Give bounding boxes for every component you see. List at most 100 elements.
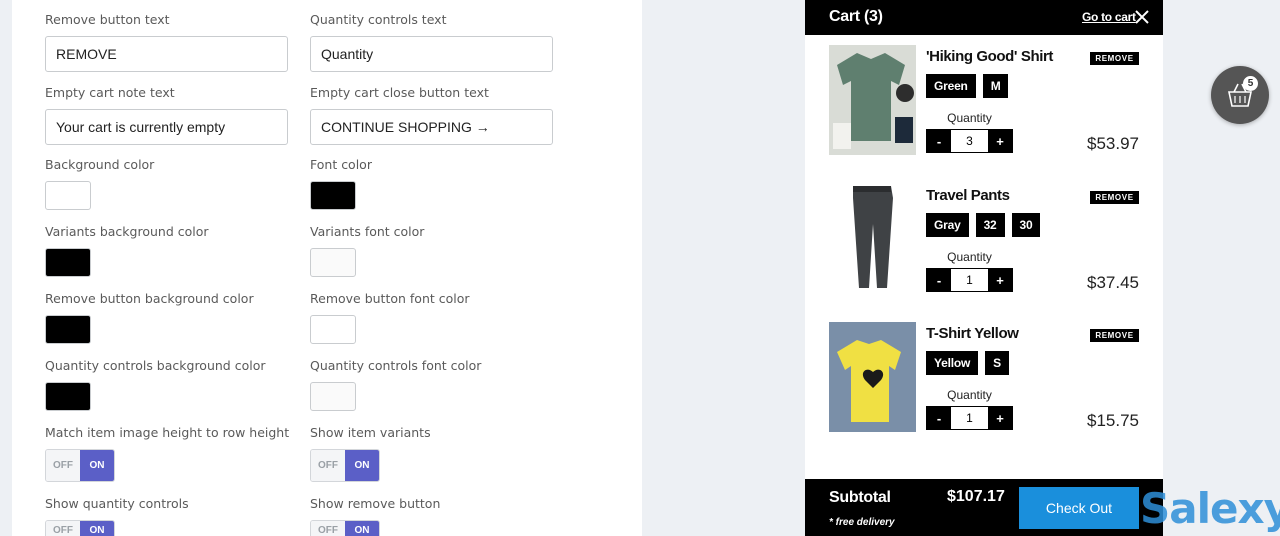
watermark-logo: Salexy [1140,484,1280,533]
quantity-stepper: - 3 + [926,129,1013,153]
background-color-swatch[interactable] [45,181,91,210]
field-label: Remove button font color [310,291,470,306]
toggle-off-label[interactable]: OFF [311,521,345,536]
subtotal-value: $107.17 [947,488,1005,505]
field-label: Font color [310,157,372,172]
cart-item: Travel Pants REMOVE Gray 32 30 Quantity … [805,184,1163,304]
increase-button[interactable]: + [988,130,1012,152]
field-label: Remove button background color [45,291,254,306]
field-show-remove-button: Show remove button OFF ON [310,496,553,536]
field-label: Show quantity controls [45,496,189,511]
subtotal-label: Subtotal [829,489,891,506]
field-remove-button-text: Remove button text REMOVE [45,12,288,72]
field-label: Background color [45,157,155,172]
increase-button[interactable]: + [988,407,1012,429]
toggle-on-label[interactable]: ON [80,521,114,536]
item-name[interactable]: 'Hiking Good' Shirt [926,48,1053,65]
cart-count-badge: 5 [1243,76,1258,91]
item-name[interactable]: T-Shirt Yellow [926,325,1019,342]
field-label: Remove button text [45,12,170,27]
field-label: Quantity controls text [310,12,447,27]
close-icon[interactable] [1134,9,1150,25]
remove-button-font-color-swatch[interactable] [310,315,356,344]
field-label: Empty cart close button text [310,85,489,100]
variant-badge: 30 [1011,213,1041,237]
quantity-input[interactable]: 1 [951,269,988,291]
cart-item: T-Shirt Yellow REMOVE Yellow S Quantity … [805,322,1163,442]
quantity-label: Quantity [947,111,992,125]
field-label: Variants background color [45,224,209,239]
decrease-button[interactable]: - [927,130,951,152]
variant-badge: 32 [975,213,1005,237]
decrease-button[interactable]: - [927,407,951,429]
field-quantity-controls-font-color: Quantity controls font color [310,358,553,411]
cart-title: Cart (3) [829,8,883,25]
field-label: Show remove button [310,496,441,511]
field-quantity-controls-background-color: Quantity controls background color [45,358,288,411]
quantity-controls-background-color-swatch[interactable] [45,382,91,411]
empty-cart-close-input[interactable]: CONTINUE SHOPPING → [310,109,553,145]
field-background-color: Background color [45,157,288,210]
field-match-image-height: Match item image height to row height OF… [45,425,289,482]
toggle-on-label[interactable]: ON [80,450,114,481]
cart-bubble[interactable]: 5 [1211,66,1269,124]
quantity-input[interactable]: 1 [951,407,988,429]
font-color-swatch[interactable] [310,181,356,210]
toggle-off-label[interactable]: OFF [46,521,80,536]
item-variants: Green M [926,74,1009,98]
quantity-controls-font-color-swatch[interactable] [310,382,356,411]
variant-badge: Gray [926,213,969,237]
item-price: $53.97 [1087,134,1139,153]
remove-button-text-input[interactable]: REMOVE [45,36,288,72]
show-quantity-controls-toggle[interactable]: OFF ON [45,520,115,536]
field-label: Variants font color [310,224,425,239]
toggle-on-label[interactable]: ON [345,450,379,481]
quantity-stepper: - 1 + [926,268,1013,292]
empty-cart-note-input[interactable]: Your cart is currently empty [45,109,288,145]
quantity-label: Quantity [947,388,992,402]
variants-font-color-swatch[interactable] [310,248,356,277]
field-label: Empty cart note text [45,85,175,100]
field-empty-cart-note: Empty cart note text Your cart is curren… [45,85,288,145]
field-empty-cart-close-text: Empty cart close button text CONTINUE SH… [310,85,553,145]
settings-panel: Remove button text REMOVE Quantity contr… [12,0,642,536]
checkout-button[interactable]: Check Out [1019,487,1139,529]
field-label: Show item variants [310,425,431,440]
variant-badge: Green [926,74,976,98]
field-variants-background-color: Variants background color [45,224,288,277]
decrease-button[interactable]: - [927,269,951,291]
variant-badge: M [982,74,1009,98]
toggle-on-label[interactable]: ON [345,521,379,536]
field-show-item-variants: Show item variants OFF ON [310,425,553,482]
variant-badge: S [985,351,1009,375]
item-name[interactable]: Travel Pants [926,187,1010,204]
shirt-image [829,45,916,155]
remove-button[interactable]: REMOVE [1090,191,1139,204]
show-item-variants-toggle[interactable]: OFF ON [310,449,380,482]
pants-image [829,184,916,294]
item-variants: Gray 32 30 [926,213,1041,237]
item-price: $15.75 [1087,411,1139,430]
remove-button[interactable]: REMOVE [1090,329,1139,342]
cart-header: Cart (3) Go to cart [805,0,1163,35]
match-image-height-toggle[interactable]: OFF ON [45,449,115,482]
toggle-off-label[interactable]: OFF [311,450,345,481]
field-font-color: Font color [310,157,553,210]
quantity-controls-text-input[interactable]: Quantity [310,36,553,72]
tshirt-image [829,322,916,432]
field-variants-font-color: Variants font color [310,224,553,277]
field-remove-button-background-color: Remove button background color [45,291,288,344]
show-remove-button-toggle[interactable]: OFF ON [310,520,380,536]
go-to-cart-link[interactable]: Go to cart [1082,10,1136,24]
remove-button[interactable]: REMOVE [1090,52,1139,65]
quantity-input[interactable]: 3 [951,130,988,152]
quantity-label: Quantity [947,250,992,264]
toggle-off-label[interactable]: OFF [46,450,80,481]
field-label: Quantity controls background color [45,358,266,373]
remove-button-background-color-swatch[interactable] [45,315,91,344]
increase-button[interactable]: + [988,269,1012,291]
variants-background-color-swatch[interactable] [45,248,91,277]
basket-icon [1228,83,1252,107]
free-delivery-note: * free delivery [829,517,895,528]
cart-drawer: Cart (3) Go to cart 'Hiking Good' Shirt … [805,0,1163,536]
